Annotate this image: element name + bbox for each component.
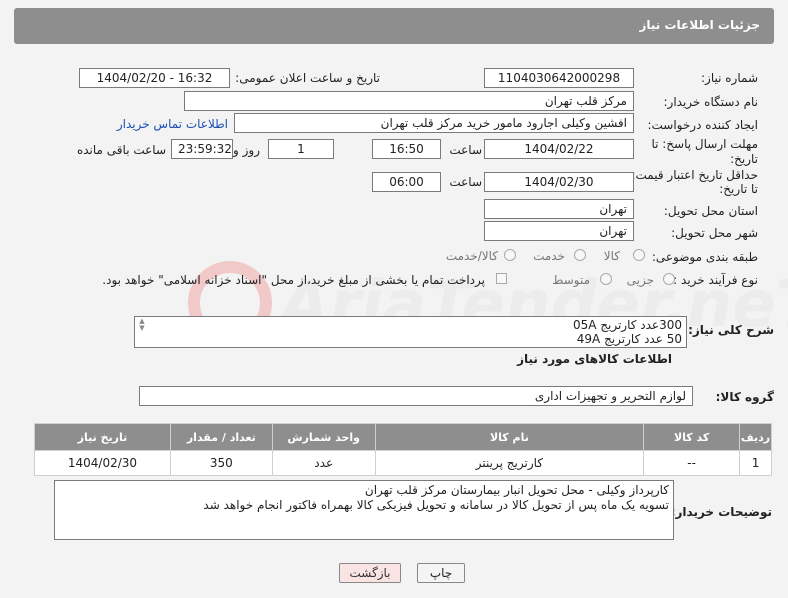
- goods-group-field: لوازم التحریر و تجهیزات اداری: [139, 386, 693, 406]
- buyer-org-label: نام دستگاه خریدار:: [663, 95, 759, 109]
- process-radio-medium[interactable]: [600, 273, 612, 285]
- remaining-time-field: 23:59:32: [171, 139, 233, 159]
- category-option-goods: کالا: [603, 249, 620, 263]
- buyer-contact-link[interactable]: اطلاعات تماس خریدار: [117, 117, 228, 131]
- city-field: تهران: [484, 221, 634, 241]
- need-number-field: 1104030642000298: [484, 68, 634, 88]
- buyer-notes-line: تسویه یک ماه پس از تحویل کالا در سامانه …: [203, 498, 669, 512]
- cell-unit: عدد: [271, 450, 376, 476]
- page-title: جزئیات اطلاعات نیاز: [639, 18, 760, 32]
- table-row: 1 -- کارتریج پرینتر عدد 350 1404/02/30: [34, 450, 772, 476]
- process-label: نوع فرآیند خرید :: [673, 273, 758, 287]
- days-label: روز و: [233, 143, 260, 157]
- category-radio-service[interactable]: [574, 249, 586, 261]
- announce-date-field: 1404/02/20 - 16:32: [79, 68, 230, 88]
- process-option-medium: متوسط: [552, 273, 590, 287]
- deadline-time-label: ساعت: [449, 143, 482, 157]
- cell-row-number: 1: [739, 450, 772, 476]
- col-header-row: ردیف: [739, 423, 772, 451]
- need-number-label: شماره نیاز:: [701, 71, 758, 85]
- buyer-notes-label: توضیحات خریدار:: [670, 505, 772, 519]
- process-option-minor: جزیی: [626, 273, 654, 287]
- deadline-time-field: 16:50: [372, 139, 441, 159]
- deadline-label: مهلت ارسال پاسخ: تا: [651, 137, 758, 151]
- goods-table-header: ردیف کد کالا نام کالا واحد شمارش تعداد /…: [34, 423, 772, 451]
- cell-code: --: [643, 450, 741, 476]
- price-validity-time-label: ساعت: [449, 175, 482, 189]
- col-header-date: تاریخ نیاز: [34, 423, 171, 451]
- price-validity-date-field: 1404/02/30: [484, 172, 634, 192]
- province-field: تهران: [484, 199, 634, 219]
- deadline-label-date: تاریخ:: [730, 152, 758, 166]
- cell-name: کارتریج پرینتر: [374, 450, 645, 476]
- back-button[interactable]: بازگشت: [339, 563, 401, 583]
- print-button[interactable]: چاپ: [417, 563, 465, 583]
- goods-table: ردیف کد کالا نام کالا واحد شمارش تعداد /…: [34, 423, 772, 476]
- buyer-notes-textarea[interactable]: کارپرداز وکیلی - محل تحویل انبار بیمارست…: [54, 480, 674, 540]
- col-header-code: کد کالا: [643, 423, 741, 451]
- treasury-payment-checkbox[interactable]: [496, 273, 507, 284]
- col-header-quantity: تعداد / مقدار: [169, 423, 273, 451]
- col-header-name: نام کالا: [374, 423, 645, 451]
- buyer-notes-line: کارپرداز وکیلی - محل تحویل انبار بیمارست…: [364, 483, 669, 497]
- goods-section-title: اطلاعات کالاهای مورد نیاز: [517, 352, 672, 366]
- category-radio-goods-service[interactable]: [504, 249, 516, 261]
- days-field: 1: [268, 139, 334, 159]
- goods-group-label: گروه کالا:: [715, 390, 774, 404]
- category-option-service: خدمت: [533, 249, 565, 263]
- city-label: شهر محل تحویل:: [671, 226, 758, 240]
- announce-date-label: تاریخ و ساعت اعلان عمومی:: [235, 71, 380, 85]
- creator-field: افشین وکیلی اجارود مامور خرید مرکز قلب ت…: [234, 113, 634, 133]
- buyer-org-field: مرکز قلب تهران: [184, 91, 634, 111]
- category-option-goods-service: کالا/خدمت: [445, 249, 498, 263]
- deadline-date-field: 1404/02/22: [484, 139, 634, 159]
- process-radio-minor[interactable]: [663, 273, 675, 285]
- price-validity-time-field: 06:00: [372, 172, 441, 192]
- scroll-arrows-icon[interactable]: ▲ ▼: [136, 318, 148, 332]
- cell-quantity: 350: [169, 450, 273, 476]
- province-label: استان محل تحویل:: [663, 204, 758, 218]
- summary-label: شرح کلی نیاز:: [688, 323, 774, 337]
- price-validity-label: حداقل تاریخ اعتبار قیمت:: [631, 168, 758, 182]
- col-header-unit: واحد شمارش: [271, 423, 376, 451]
- category-radio-goods[interactable]: [633, 249, 645, 261]
- page-header: جزئیات اطلاعات نیاز: [14, 8, 774, 44]
- category-label: طبقه بندی موضوعی:: [651, 250, 758, 264]
- summary-textarea[interactable]: 300عدد کارتریج 05A 50 عدد کارتریج 49A ▲ ▼: [134, 316, 687, 348]
- summary-line: 50 عدد کارتریج 49A: [576, 332, 682, 346]
- treasury-payment-note: پرداخت تمام یا بخشی از مبلغ خرید،از محل …: [102, 273, 485, 287]
- creator-label: ایجاد کننده درخواست:: [647, 118, 758, 132]
- price-validity-label-date: تا تاریخ:: [719, 182, 758, 196]
- summary-line: 300عدد کارتریج 05A: [572, 318, 682, 332]
- remaining-time-label: ساعت باقی مانده: [76, 143, 166, 157]
- cell-date: 1404/02/30: [34, 450, 171, 476]
